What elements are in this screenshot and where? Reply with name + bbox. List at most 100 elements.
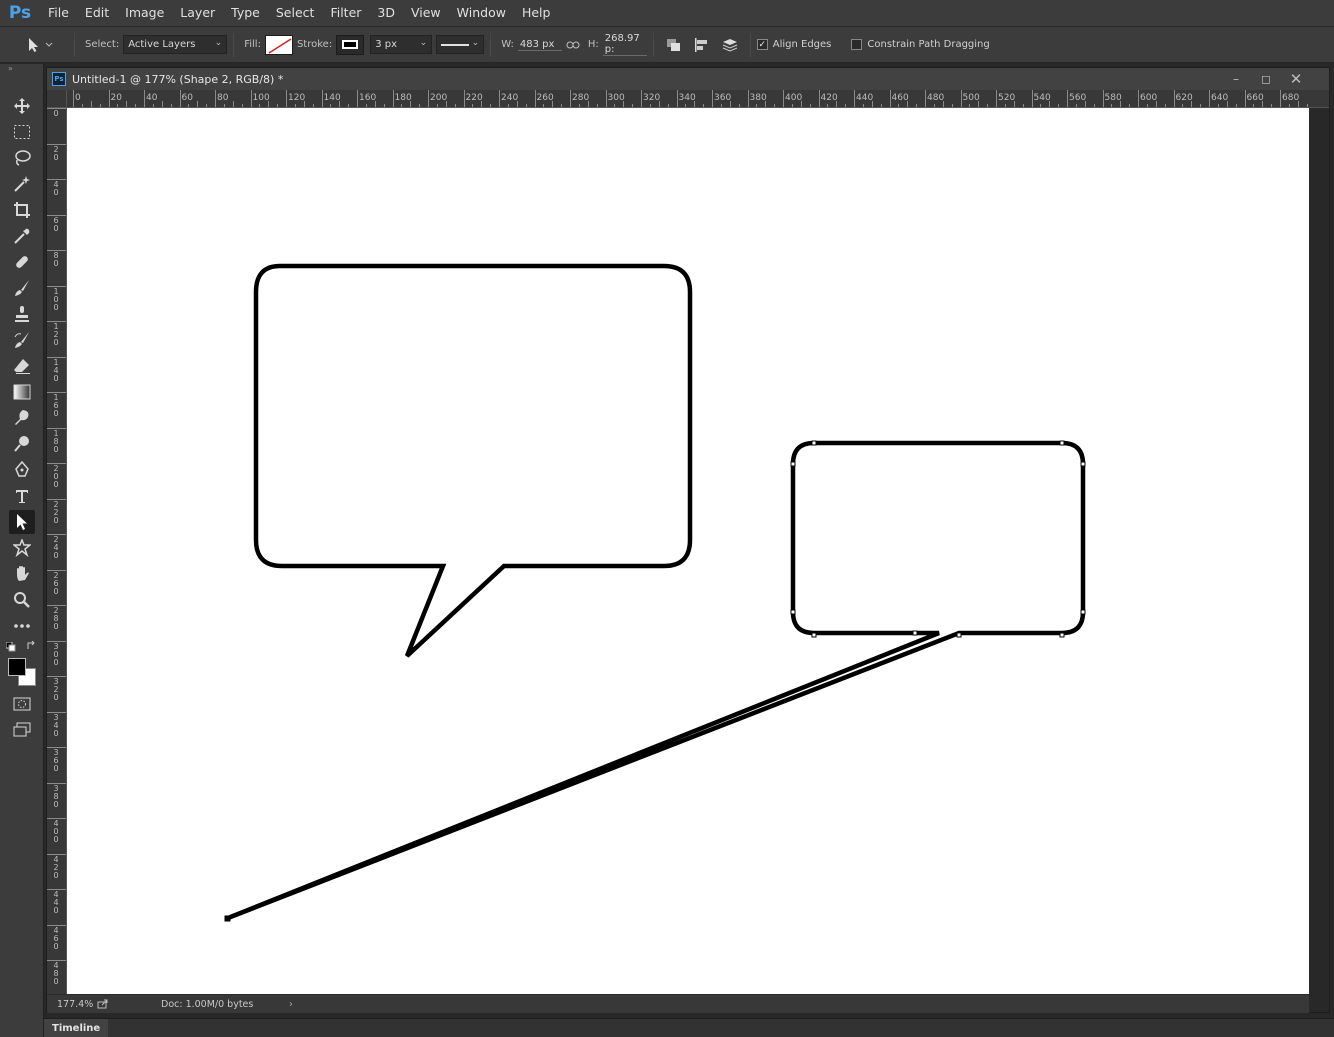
ruler-minor-tick: [667, 104, 669, 107]
brush-tool[interactable]: [9, 276, 35, 300]
link-icon[interactable]: [562, 32, 584, 58]
menu-filter[interactable]: Filter: [322, 0, 369, 26]
default-colors-icon[interactable]: [6, 642, 16, 652]
foreground-color-swatch[interactable]: [8, 658, 26, 676]
menu-select[interactable]: Select: [268, 0, 323, 26]
path-selection-tool[interactable]: [9, 510, 35, 534]
gradient-tool[interactable]: [9, 380, 35, 404]
healing-brush-tool[interactable]: [9, 250, 35, 274]
ruler-label: 240: [53, 535, 59, 560]
canvas[interactable]: [67, 108, 1309, 995]
ruler-tick: [47, 782, 66, 784]
ruler-minor-tick: [552, 101, 554, 107]
menu-3d[interactable]: 3D: [369, 0, 403, 26]
menu-window[interactable]: Window: [449, 0, 514, 26]
share-icon[interactable]: [97, 999, 109, 1009]
history-brush-tool[interactable]: [9, 328, 35, 352]
path-arrangement-button[interactable]: [716, 32, 744, 58]
ruler-minor-tick: [685, 104, 687, 107]
screen-mode-button[interactable]: [9, 718, 35, 742]
crop-tool[interactable]: [9, 198, 35, 222]
menu-image[interactable]: Image: [117, 0, 172, 26]
type-tool[interactable]: [9, 484, 35, 508]
magic-wand-tool[interactable]: [9, 172, 35, 196]
menu-type[interactable]: Type: [223, 0, 268, 26]
move-tool[interactable]: [9, 94, 35, 118]
zoom-tool[interactable]: [9, 588, 35, 612]
height-input[interactable]: 268.97 p:: [602, 33, 647, 56]
ruler-tick: [1031, 90, 1033, 107]
stroke-type-dropdown[interactable]: ⌄: [436, 35, 485, 54]
swap-colors-icon[interactable]: [26, 641, 36, 651]
ruler-origin[interactable]: [47, 90, 67, 108]
ruler-label: 560: [1069, 93, 1087, 103]
ruler-tick: [534, 90, 536, 107]
ruler-minor-tick: [1093, 104, 1095, 107]
ruler-tick: [47, 960, 66, 961]
status-menu-arrow-icon[interactable]: ›: [289, 999, 293, 1010]
menu-file[interactable]: File: [40, 0, 77, 26]
stroke-swatch[interactable]: [336, 34, 365, 55]
fill-swatch[interactable]: [264, 34, 293, 55]
menu-help[interactable]: Help: [514, 0, 559, 26]
select-dropdown[interactable]: Active Layers ⌄: [123, 35, 228, 54]
menu-view[interactable]: View: [403, 0, 449, 26]
ruler-label: 640: [1211, 93, 1229, 103]
ruler-tick: [47, 250, 66, 251]
ruler-tick: [1102, 90, 1104, 107]
dodge-tool[interactable]: [9, 432, 35, 456]
panel-collapse-icon[interactable]: »: [0, 64, 43, 74]
ruler-tick: [179, 90, 181, 107]
hand-tool[interactable]: [9, 562, 35, 586]
lasso-tool[interactable]: [9, 146, 35, 170]
menu-edit[interactable]: Edit: [77, 0, 117, 26]
ruler-label: 280: [53, 606, 59, 631]
width-input[interactable]: 483 px: [517, 39, 562, 51]
blur-tool[interactable]: [9, 406, 35, 430]
chevron-down-icon: [45, 42, 53, 47]
window-controls: – ◻ ✕: [1221, 68, 1311, 90]
screen-mode-icon: [13, 722, 31, 737]
timeline-tab[interactable]: Timeline: [44, 1019, 109, 1037]
quick-mask-button[interactable]: [9, 692, 35, 716]
ruler-tick: [818, 90, 820, 107]
clone-stamp-tool[interactable]: [9, 302, 35, 326]
speech-bubble-shape-1[interactable]: [253, 263, 693, 658]
zoom-level[interactable]: 177.4%: [57, 999, 93, 1010]
ruler-label: 80: [53, 251, 59, 268]
path-alignment-button[interactable]: [688, 32, 716, 58]
select-value: Active Layers: [128, 39, 196, 50]
divider: [490, 32, 492, 57]
ruler-label: 460: [891, 93, 909, 103]
eyedropper-tool[interactable]: [9, 224, 35, 248]
ruler-minor-tick: [161, 101, 163, 107]
bandage-icon: [16, 256, 28, 268]
minimize-icon[interactable]: –: [1221, 68, 1251, 90]
ruler-label: 160: [53, 393, 59, 418]
horizontal-ruler[interactable]: 0 20 40 60 80 100 120 140 160 180 200 220 240 260 280 3…: [67, 90, 1329, 108]
vertical-ruler[interactable]: 0 20 40 60 80 100 120 140 160 180 200 220 240 260 280 3…: [47, 108, 67, 996]
custom-shape-tool[interactable]: [9, 536, 35, 560]
marquee-tool[interactable]: [9, 120, 35, 144]
pen-tool[interactable]: [9, 458, 35, 482]
stroke-width-dropdown[interactable]: 3 px ⌄: [370, 35, 433, 54]
ruler-label: 600: [1140, 93, 1158, 103]
document-tab[interactable]: Ps Untitled-1 @ 177% (Shape 2, RGB/8) * …: [47, 68, 1329, 90]
ruler-label: 0: [53, 109, 59, 118]
tool-preset-picker[interactable]: [12, 30, 68, 60]
ruler-minor-tick: [81, 104, 83, 107]
maximize-icon[interactable]: ◻: [1251, 68, 1281, 90]
align-edges-checkbox[interactable]: ✓: [756, 39, 768, 50]
edit-toolbar-button[interactable]: [9, 614, 35, 638]
ruler-label: 340: [678, 93, 696, 103]
menu-layer[interactable]: Layer: [172, 0, 223, 26]
close-icon[interactable]: ✕: [1281, 68, 1311, 90]
path-operations-button[interactable]: [660, 32, 688, 58]
ruler-minor-tick: [880, 104, 882, 107]
eraser-tool[interactable]: [9, 354, 35, 378]
ruler-minor-tick: [383, 104, 385, 107]
ruler-minor-tick: [632, 104, 634, 107]
ruler-tick: [47, 214, 66, 216]
constrain-path-dragging-checkbox[interactable]: [851, 39, 863, 50]
ruler-minor-tick: [223, 104, 225, 107]
